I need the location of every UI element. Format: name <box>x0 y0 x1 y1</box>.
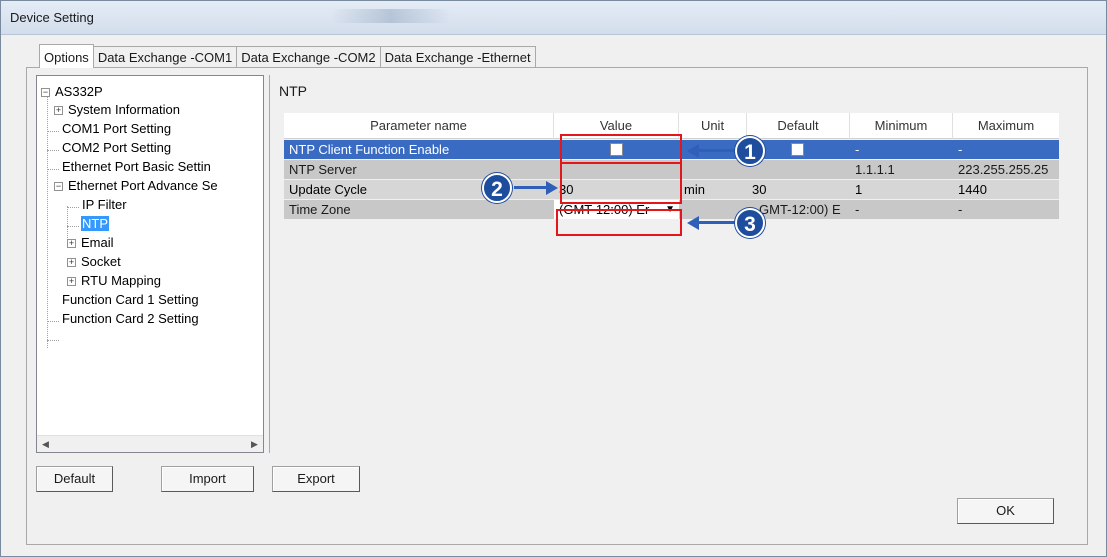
tree-line <box>67 207 79 208</box>
highlight-box-server-cycle <box>560 162 682 204</box>
tab-strip: Options Data Exchange -COM1 Data Exchang… <box>39 44 536 68</box>
tree-line <box>47 169 59 170</box>
tree-item-ntp[interactable]: NTP <box>81 216 109 235</box>
param-name: NTP Server <box>289 162 357 177</box>
device-setting-window: Device Setting Options Data Exchange -CO… <box>0 0 1107 557</box>
header-maximum: Maximum <box>977 118 1035 133</box>
param-name: NTP Client Function Enable <box>289 142 450 157</box>
callout-2: 2 <box>482 173 512 203</box>
default-checkbox <box>791 143 804 156</box>
tree-item-function-card-2[interactable]: Function Card 2 Setting <box>61 311 200 330</box>
tree-item-ip-filter[interactable]: IP Filter <box>81 197 128 216</box>
highlight-box-time-zone <box>556 209 682 236</box>
param-minimum: - <box>855 142 860 157</box>
tree-item-com1-port-setting[interactable]: COM1 Port Setting <box>61 121 172 140</box>
param-maximum: - <box>958 202 963 217</box>
tree-line <box>47 340 59 341</box>
callout-3: 3 <box>735 208 765 238</box>
expand-icon[interactable]: + <box>67 239 76 248</box>
section-title: NTP <box>279 83 307 99</box>
title-bar-blur <box>331 9 451 23</box>
tab-data-exchange-ethernet[interactable]: Data Exchange -Ethernet <box>379 46 536 68</box>
callout-arrow <box>698 221 736 224</box>
header-parameter-name: Parameter name <box>284 113 554 139</box>
param-maximum: 223.255.255.25 <box>958 162 1049 177</box>
tree-line <box>47 150 59 151</box>
header-default: Default <box>747 113 850 139</box>
param-unit <box>679 160 747 179</box>
tree-item-system-information[interactable]: + System Information <box>54 102 181 121</box>
tree-root-as332p[interactable]: − AS332P <box>41 84 104 103</box>
expand-icon[interactable]: + <box>54 106 63 115</box>
param-maximum: - <box>958 142 963 157</box>
tab-data-exchange-com2[interactable]: Data Exchange -COM2 <box>236 46 381 68</box>
tree-item-ethernet-port-basic[interactable]: Ethernet Port Basic Settin <box>61 159 212 178</box>
ok-button[interactable]: OK <box>957 498 1054 524</box>
export-button[interactable]: Export <box>272 466 360 492</box>
callout-1: 1 <box>735 136 765 166</box>
callout-arrow-head <box>546 181 558 195</box>
expand-icon[interactable]: + <box>67 277 76 286</box>
tree-line <box>67 226 79 227</box>
tree-item-com2-port-setting[interactable]: COM2 Port Setting <box>61 140 172 159</box>
header-unit: Unit <box>679 113 747 139</box>
tree-item-rtu-mapping[interactable]: + RTU Mapping <box>67 273 162 292</box>
param-unit: min <box>684 182 705 197</box>
param-name: Update Cycle <box>289 182 368 197</box>
tree-item-ethernet-port-advance[interactable]: − Ethernet Port Advance Se <box>54 178 219 197</box>
param-minimum: - <box>855 202 860 217</box>
scroll-right-icon[interactable]: ▶ <box>246 436 263 452</box>
param-default <box>747 160 850 179</box>
tree-item-email[interactable]: + Email <box>67 235 115 254</box>
callout-arrow <box>514 186 548 189</box>
param-minimum: 1 <box>855 182 863 197</box>
window-title: Device Setting <box>10 10 94 25</box>
default-button[interactable]: Default <box>36 466 113 492</box>
param-minimum: 1.1.1.1 <box>855 162 895 177</box>
param-maximum: 1440 <box>958 182 987 197</box>
tree-item-socket[interactable]: + Socket <box>67 254 122 273</box>
import-button[interactable]: Import <box>161 466 254 492</box>
callout-arrow <box>698 149 736 152</box>
device-tree[interactable]: − AS332P + System Information COM1 Port Se… <box>36 75 264 453</box>
param-default: 30 <box>752 182 767 197</box>
tree-horizontal-scrollbar[interactable]: ◀ ▶ <box>37 435 263 452</box>
title-bar[interactable]: Device Setting <box>1 1 1106 35</box>
tab-options[interactable]: Options <box>39 44 94 68</box>
tree-line <box>47 321 59 322</box>
collapse-icon[interactable]: − <box>54 182 63 191</box>
expand-icon[interactable]: + <box>67 258 76 267</box>
param-name: Time Zone <box>289 202 351 217</box>
highlight-box-enable <box>560 134 682 164</box>
scroll-left-icon[interactable]: ◀ <box>37 436 54 452</box>
collapse-icon[interactable]: − <box>41 88 50 97</box>
tree-item-function-card-1[interactable]: Function Card 1 Setting <box>61 292 200 311</box>
tree-line <box>47 131 59 132</box>
tab-data-exchange-com1[interactable]: Data Exchange -COM1 <box>92 46 238 68</box>
header-minimum: Minimum <box>850 113 953 139</box>
